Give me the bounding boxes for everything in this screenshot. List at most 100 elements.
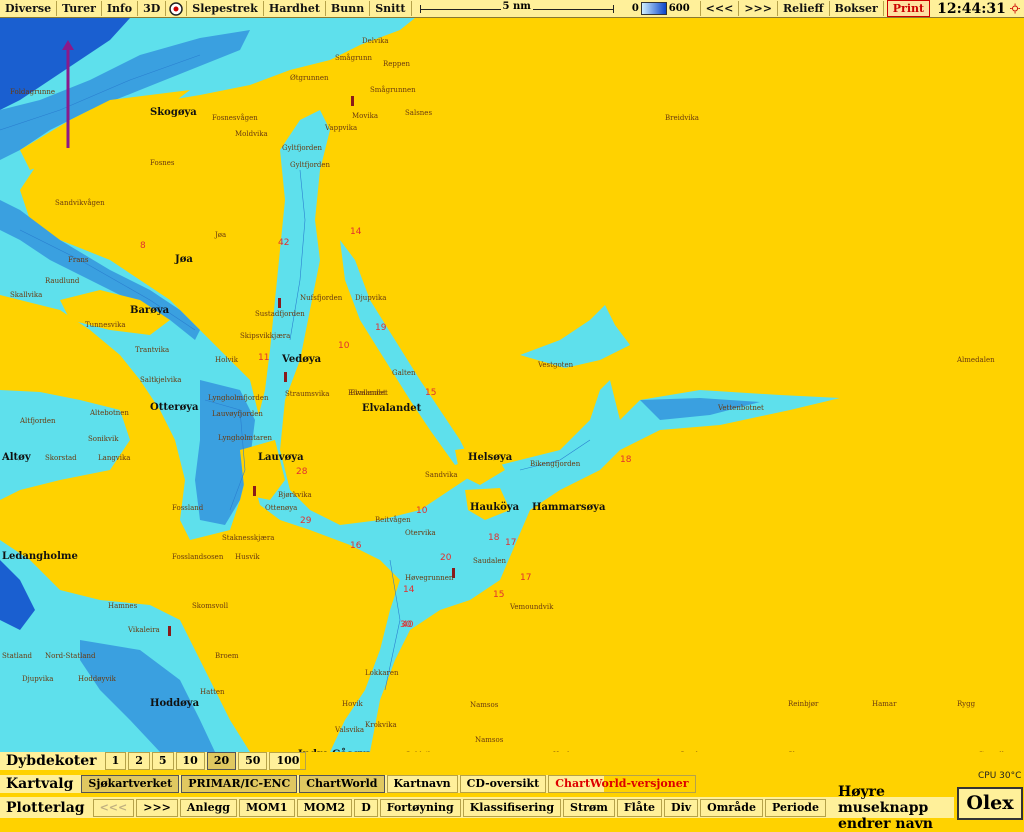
depth-gradient [640, 2, 667, 15]
plotter-forward[interactable]: >>> [136, 798, 178, 817]
top-toolbar: Diverse Turer Info 3D Slepestrek Hardhet… [0, 0, 1024, 18]
olex-logo: Olex [957, 787, 1023, 820]
menu-hardhet[interactable]: Hardhet [264, 1, 326, 16]
place-label: Sandvika [425, 471, 458, 479]
kart-sjokartverket[interactable]: Sjøkartverket [81, 775, 180, 793]
menu-snitt[interactable]: Snitt [370, 1, 412, 16]
depth-mark: 10 [338, 341, 350, 351]
place-label: Sandmoen [680, 751, 718, 752]
depth-mark: 17 [520, 573, 531, 583]
place-label: Vedøya [281, 354, 322, 365]
plotter-fortoyning[interactable]: Fortøyning [379, 798, 461, 817]
place-label: Holvik [215, 356, 239, 364]
menu-turer[interactable]: Turer [57, 1, 102, 16]
place-label: Sonikvik [88, 435, 119, 443]
place-label: Skallvika [10, 291, 42, 299]
contour-50[interactable]: 50 [238, 752, 268, 770]
kart-chartworld-versjoner[interactable]: ChartWorld-versjoner [548, 775, 696, 793]
place-label: Frans [68, 256, 89, 264]
kartvalg-title: Kartvalg [6, 776, 74, 792]
depth-contour-bar: Dybdekoter 1 2 5 10 20 50 100 [0, 752, 307, 770]
contour-1[interactable]: 1 [104, 752, 127, 770]
depth-mark: 11 [258, 353, 269, 363]
contour-100[interactable]: 100 [269, 752, 307, 770]
plotter-strom[interactable]: Strøm [563, 798, 615, 817]
plotter-periode[interactable]: Periode [765, 798, 826, 817]
plotter-flate[interactable]: Flåte [616, 798, 663, 817]
nav-forward-button[interactable]: >>> [739, 1, 778, 16]
kart-chartworld[interactable]: ChartWorld [299, 775, 385, 793]
depth-min: 0 [631, 3, 639, 14]
sun-icon[interactable] [1009, 2, 1020, 15]
contour-10[interactable]: 10 [175, 752, 205, 770]
place-label: Straumsvika [285, 390, 329, 398]
place-label: Helsøya [468, 452, 513, 463]
depth-mark: 14 [403, 585, 415, 595]
place-label: Fosnes [150, 159, 175, 167]
place-label: Moldvika [235, 130, 268, 138]
contour-20[interactable]: 20 [206, 752, 237, 770]
menu-3d[interactable]: 3D [138, 1, 167, 16]
plotter-klassifisering[interactable]: Klassifisering [462, 798, 562, 817]
print-button[interactable]: Print [886, 0, 931, 17]
place-label: Altfjorden [19, 417, 56, 425]
depth-mark: 42 [278, 238, 289, 248]
kartvalg-bar: Kartvalg Sjøkartverket PRIMAR/IC-ENC Cha… [0, 775, 696, 793]
place-label: Øysvoll [978, 751, 1005, 752]
menu-info[interactable]: Info [102, 1, 139, 16]
place-label: Skage [788, 751, 810, 752]
place-label: Beitvågen [375, 515, 411, 524]
nautical-chart[interactable]: Skogøya Fosnes Jøa Jøa Barøya Otterøya Altøy Ve… [0, 18, 1024, 752]
place-label: Breidvika [665, 114, 699, 122]
depth-mark: 15 [425, 388, 436, 398]
menu-slepestrek[interactable]: Slepestrek [187, 1, 264, 16]
place-label: Hoddøya [150, 698, 200, 709]
place-label: Namsos [475, 736, 504, 744]
place-label: Sandvikvågen [55, 198, 105, 207]
bokser-button[interactable]: Bokser [830, 1, 884, 16]
place-label: Ledangholme [2, 551, 78, 562]
place-label: Ottenøya [265, 504, 297, 512]
menu-diverse[interactable]: Diverse [0, 1, 58, 16]
kart-cd-oversikt[interactable]: CD-oversikt [459, 775, 547, 793]
place-label: Lauvøyfjorden [212, 410, 263, 418]
plotter-mom1[interactable]: MOM1 [239, 798, 295, 817]
relieff-button[interactable]: Relieff [778, 1, 830, 16]
place-label: Movika [352, 112, 378, 120]
menu-bunn[interactable]: Bunn [326, 1, 371, 16]
depth-mark: 15 [493, 590, 504, 600]
clock: 12:44:31 [937, 0, 1006, 17]
depth-mark: 17 [505, 538, 516, 548]
place-label: Hauköya [470, 502, 520, 513]
place-label: Lauvøya [258, 452, 304, 463]
place-label: Smågrunn [335, 53, 372, 62]
place-label: Skogøya [150, 107, 197, 118]
kart-kartnavn[interactable]: Kartnavn [386, 775, 458, 793]
place-label: Øtgrunnen [290, 74, 329, 82]
plotter-back[interactable]: <<< [92, 798, 135, 817]
place-label: Husvik [235, 553, 260, 561]
place-label: Lyngholmtaren [218, 434, 273, 442]
nav-back-button[interactable]: <<< [699, 1, 740, 16]
plotter-d[interactable]: D [354, 798, 378, 817]
compass-button[interactable] [166, 1, 188, 16]
place-label: Trantvika [135, 346, 169, 354]
place-label: Skomsvoll [192, 602, 229, 610]
plotter-div[interactable]: Div [664, 798, 699, 817]
kart-primar[interactable]: PRIMAR/IC-ENC [181, 775, 298, 793]
place-label: Hammarsøya [532, 502, 606, 513]
place-label: Langvika [98, 454, 130, 462]
contour-5[interactable]: 5 [151, 752, 174, 770]
depth-mark: 29 [300, 516, 312, 526]
place-label: Høvegrunnen [405, 574, 454, 582]
scale-bar: 5 nm [419, 1, 614, 16]
plotter-hint: Høyre museknapp endrer navn [837, 783, 933, 832]
plotter-omrade[interactable]: Område [700, 798, 763, 817]
place-label: Hoddøyvik [78, 675, 117, 683]
plotter-mom2[interactable]: MOM2 [296, 798, 353, 817]
place-label: Fosslandsosen [172, 553, 224, 561]
place-label: Valsvika [334, 726, 364, 734]
place-label: Nufsfjorden [300, 294, 343, 302]
contour-2[interactable]: 2 [128, 752, 150, 770]
plotter-anlegg[interactable]: Anlegg [179, 798, 237, 817]
